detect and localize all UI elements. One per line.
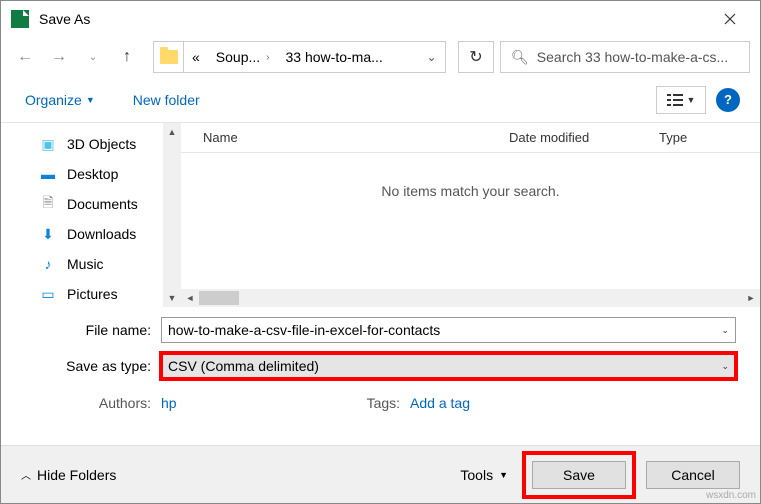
- savetype-label: Save as type:: [11, 358, 161, 374]
- window-title: Save As: [39, 11, 710, 27]
- save-as-dialog: Save As ← → ⌄ ↑ « Soup...› 33 how-to-ma.…: [0, 0, 761, 504]
- sidebar-scrollbar[interactable]: ▲ ▼: [163, 123, 181, 307]
- tools-menu[interactable]: Tools ▼: [460, 467, 508, 483]
- filename-input[interactable]: how-to-make-a-csv-file-in-excel-for-cont…: [161, 317, 736, 343]
- meta-row: Authors: hp Tags: Add a tag: [1, 389, 760, 411]
- breadcrumb[interactable]: « Soup...› 33 how-to-ma... ⌄: [153, 41, 446, 73]
- column-headers: Name Date modified Type: [181, 123, 760, 153]
- scroll-thumb[interactable]: [199, 291, 239, 305]
- scroll-right-icon[interactable]: ►: [742, 289, 760, 307]
- titlebar: Save As: [1, 1, 760, 37]
- nav-recent-dropdown[interactable]: ⌄: [79, 43, 107, 71]
- hide-folders-toggle[interactable]: ︿ Hide Folders: [21, 467, 116, 483]
- view-options-button[interactable]: ▼: [656, 86, 706, 114]
- breadcrumb-dropdown[interactable]: ⌄: [417, 42, 445, 72]
- chevron-down-icon: ▼: [499, 470, 508, 480]
- save-button[interactable]: Save: [532, 461, 626, 489]
- documents-icon: 🗎: [39, 195, 57, 213]
- sidebar-item-3d-objects[interactable]: ▣3D Objects: [1, 129, 181, 159]
- scroll-track[interactable]: [199, 289, 742, 307]
- column-date-modified[interactable]: Date modified: [509, 130, 659, 145]
- downloads-icon: ⬇: [39, 225, 57, 243]
- filename-label: File name:: [11, 322, 161, 338]
- body-area: ▣3D Objects ▬Desktop 🗎Documents ⬇Downloa…: [1, 123, 760, 307]
- chevron-down-icon[interactable]: ⌄: [721, 361, 729, 372]
- files-h-scrollbar[interactable]: ◄ ►: [181, 289, 760, 307]
- scroll-track[interactable]: [163, 141, 181, 289]
- nav-forward-button[interactable]: →: [45, 43, 73, 71]
- pictures-icon: ▭: [39, 285, 57, 303]
- search-icon: 🔍︎: [511, 49, 529, 66]
- search-input[interactable]: 🔍︎ Search 33 how-to-make-a-cs...: [500, 41, 750, 73]
- tags-label: Tags:: [367, 395, 410, 411]
- refresh-button[interactable]: ↻: [458, 41, 494, 73]
- help-button[interactable]: ?: [716, 88, 740, 112]
- sidebar-item-music[interactable]: ♪Music: [1, 249, 181, 279]
- footer: ︿ Hide Folders Tools ▼ Save Cancel: [1, 445, 760, 503]
- nav-up-button[interactable]: ↑: [113, 43, 141, 71]
- scroll-up-icon[interactable]: ▲: [163, 123, 181, 141]
- savetype-combo[interactable]: CSV (Comma delimited) ⌄: [161, 353, 736, 379]
- authors-value[interactable]: hp: [161, 395, 177, 411]
- sidebar-item-documents[interactable]: 🗎Documents: [1, 189, 181, 219]
- new-folder-button[interactable]: New folder: [133, 92, 200, 108]
- column-name[interactable]: Name: [199, 130, 509, 145]
- chevron-down-icon: ▼: [687, 95, 696, 105]
- sidebar: ▣3D Objects ▬Desktop 🗎Documents ⬇Downloa…: [1, 123, 181, 307]
- empty-message: No items match your search.: [181, 153, 760, 289]
- close-button[interactable]: [710, 3, 750, 35]
- sidebar-item-downloads[interactable]: ⬇Downloads: [1, 219, 181, 249]
- chevron-down-icon: ▼: [86, 95, 95, 105]
- music-icon: ♪: [39, 255, 57, 273]
- list-view-icon: [667, 94, 683, 106]
- breadcrumb-seg-2[interactable]: 33 how-to-ma...: [278, 49, 391, 65]
- breadcrumb-seg-1[interactable]: Soup...›: [208, 49, 278, 65]
- tags-value[interactable]: Add a tag: [410, 395, 470, 411]
- organize-menu[interactable]: Organize ▼: [21, 86, 99, 114]
- scroll-down-icon[interactable]: ▼: [163, 289, 181, 307]
- file-list-area: Name Date modified Type No items match y…: [181, 123, 760, 307]
- sidebar-item-pictures[interactable]: ▭Pictures: [1, 279, 181, 309]
- chevron-up-icon: ︿: [21, 467, 31, 482]
- column-type[interactable]: Type: [659, 130, 760, 145]
- toolbar: Organize ▼ New folder ▼ ?: [1, 77, 760, 123]
- folder-icon: [154, 42, 184, 72]
- watermark: wsxdn.com: [706, 490, 756, 501]
- excel-icon: [11, 10, 29, 28]
- form-area: File name: how-to-make-a-csv-file-in-exc…: [1, 307, 760, 379]
- chevron-right-icon: ›: [266, 52, 269, 63]
- nav-back-button[interactable]: ←: [11, 43, 39, 71]
- save-highlight: Save: [526, 455, 632, 495]
- close-icon: [724, 13, 736, 25]
- navbar: ← → ⌄ ↑ « Soup...› 33 how-to-ma... ⌄ ↻ 🔍…: [1, 37, 760, 77]
- desktop-icon: ▬: [39, 165, 57, 183]
- sidebar-item-desktop[interactable]: ▬Desktop: [1, 159, 181, 189]
- authors-label: Authors:: [11, 395, 161, 411]
- scroll-left-icon[interactable]: ◄: [181, 289, 199, 307]
- 3d-objects-icon: ▣: [39, 135, 57, 153]
- chevron-down-icon[interactable]: ⌄: [721, 325, 729, 336]
- breadcrumb-prefix[interactable]: «: [184, 49, 208, 65]
- cancel-button[interactable]: Cancel: [646, 461, 740, 489]
